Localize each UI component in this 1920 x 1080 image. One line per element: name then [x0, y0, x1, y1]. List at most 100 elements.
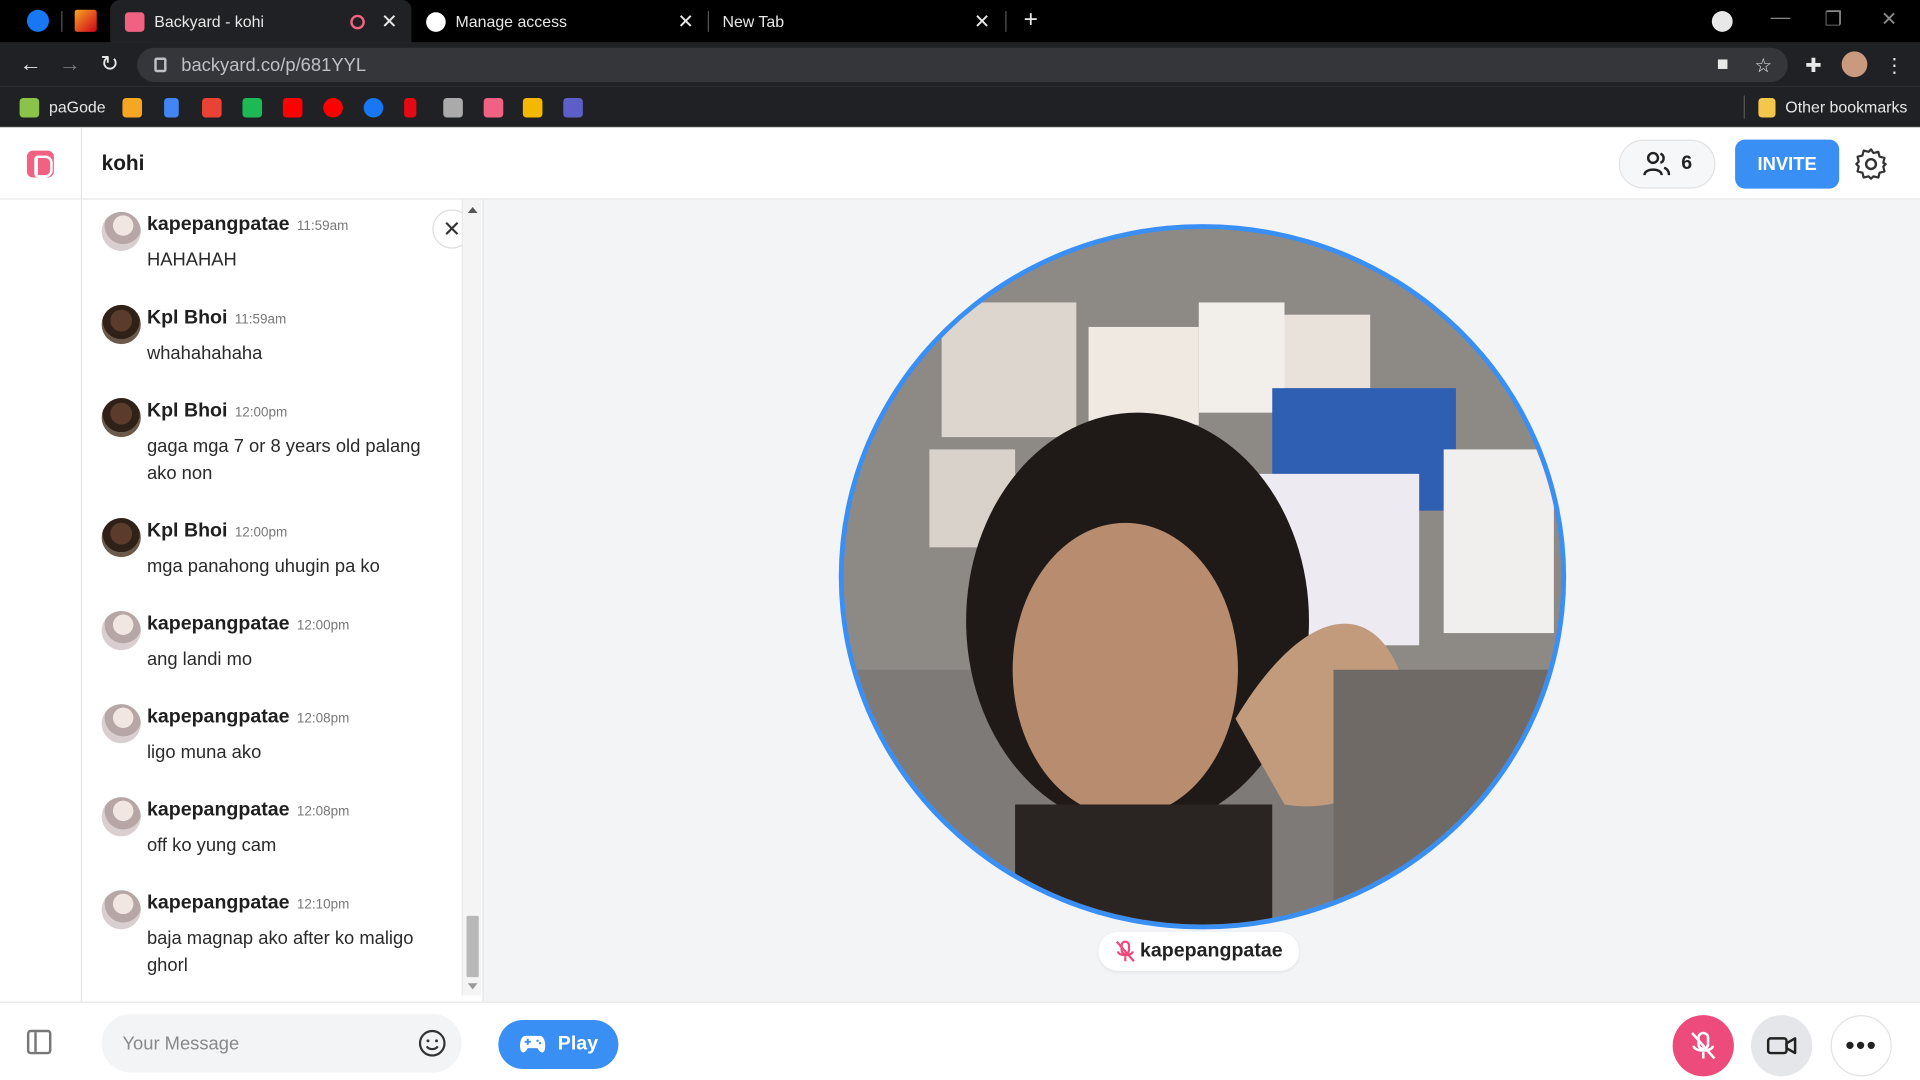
pinned-tab-icon[interactable]: [74, 9, 97, 32]
settings-gear-icon[interactable]: [1854, 147, 1888, 181]
scroll-down-arrow-icon[interactable]: [467, 983, 478, 990]
message-text: baja magnap ako after ko maligo ghorl: [146, 928, 414, 976]
avatar[interactable]: [101, 797, 141, 837]
bookmark-pagode[interactable]: paGode: [19, 97, 106, 118]
avatar[interactable]: [101, 611, 141, 651]
message-text: HAHAHAH: [146, 249, 237, 271]
gmail-icon: [202, 97, 222, 117]
bookmark-teams[interactable]: [563, 97, 592, 118]
profile-avatar[interactable]: [1841, 51, 1868, 78]
minimize-icon[interactable]: —: [1771, 7, 1791, 29]
play-button[interactable]: Play: [498, 1020, 619, 1069]
bookmark-1[interactable]: [122, 97, 151, 118]
chat-scrollbar[interactable]: [461, 199, 482, 996]
message-text: gaga mga 7 or 8 years old palang ako non: [146, 435, 421, 484]
facebook-icon: [363, 97, 384, 117]
message-header: kapepangpatae 11:59am: [147, 214, 348, 236]
forward-icon[interactable]: →: [59, 51, 81, 77]
facebook-pinned-tab-icon[interactable]: [26, 9, 49, 32]
bookmarks-bar: paGode Other bookmarks: [0, 86, 1920, 128]
play-label: Play: [557, 1033, 599, 1055]
message-text: mga panahong uhugin pa ko: [146, 555, 380, 577]
backyard-app: kohi 6 INVITE kapepangpatae 11:59am HAHA…: [0, 127, 1920, 1080]
tab-search-icon[interactable]: [1711, 11, 1733, 32]
avatar[interactable]: [101, 397, 141, 438]
participant-name: kapepangpatae: [1140, 940, 1283, 962]
tab-manage-access[interactable]: Manage access ✕: [411, 0, 707, 43]
message-header: kapepangpatae 12:10pm: [147, 893, 349, 915]
bookmark-netflix[interactable]: [404, 97, 426, 118]
message-time: 11:59am: [296, 219, 349, 234]
github-icon: [426, 11, 446, 32]
message-author[interactable]: kapepangpatae: [147, 707, 290, 728]
bookmark-star-icon[interactable]: ☆: [1752, 54, 1774, 77]
message-header: kapepangpatae 12:08pm: [147, 707, 349, 729]
message-time: 11:59am: [234, 312, 287, 327]
close-tab-icon[interactable]: ✕: [380, 9, 400, 33]
more-options-button[interactable]: •••: [1830, 1015, 1892, 1077]
bookmark-backyard[interactable]: [483, 97, 513, 118]
close-window-icon[interactable]: ✕: [1881, 7, 1897, 31]
avatar[interactable]: [101, 211, 141, 252]
avatar[interactable]: [101, 517, 141, 558]
message-author[interactable]: kapepangpatae: [147, 613, 290, 634]
other-bookmarks[interactable]: Other bookmarks: [1758, 97, 1907, 118]
message-author[interactable]: Kpl Bhoi: [147, 307, 228, 328]
message-text: ligo muna ako: [146, 742, 262, 763]
video-stage: kapepangpatae: [482, 199, 1920, 1002]
members-button[interactable]: 6: [1618, 139, 1716, 189]
message-header: kapepangpatae 12:00pm: [147, 613, 349, 635]
sidebar-toggle-icon[interactable]: [26, 1029, 52, 1055]
backyard-tab-icon: [124, 11, 145, 32]
more-dots-icon: •••: [1845, 1029, 1878, 1061]
bookmark-2[interactable]: [164, 97, 188, 118]
message-author[interactable]: kapepangpatae: [147, 214, 290, 235]
app-header: kohi 6 INVITE: [0, 127, 1920, 200]
bookmark-youtube-music[interactable]: [323, 97, 352, 118]
reload-icon[interactable]: ↻: [100, 51, 118, 77]
menu-kebab-icon[interactable]: ⋮: [1883, 54, 1905, 77]
left-rail: [0, 199, 83, 1080]
scroll-thumb[interactable]: [466, 915, 479, 978]
camera-toggle-button[interactable]: [1751, 1015, 1813, 1077]
bookmark-icon: [522, 97, 543, 117]
bookmark-4[interactable]: [242, 97, 271, 118]
close-tab-icon[interactable]: ✕: [676, 9, 696, 33]
extensions-icon[interactable]: ✚: [1802, 54, 1824, 77]
new-tab-plus-icon[interactable]: +: [1024, 6, 1038, 34]
tab-backyard[interactable]: Backyard - kohi ✕: [110, 0, 412, 43]
bookmark-youtube[interactable]: [282, 97, 312, 118]
folder-icon: [1758, 97, 1776, 117]
tab-new-tab[interactable]: New Tab ✕: [710, 0, 1004, 43]
message-author[interactable]: kapepangpatae: [147, 800, 290, 821]
bookmark-11[interactable]: [522, 97, 552, 118]
logo-column: [0, 127, 83, 200]
avatar[interactable]: [101, 704, 141, 744]
camera-in-use-icon[interactable]: ■: [1712, 54, 1734, 76]
restore-icon[interactable]: ❐: [1824, 7, 1842, 31]
backyard-logo-icon[interactable]: [26, 150, 54, 177]
youtube-icon: [282, 97, 303, 117]
address-bar[interactable]: backyard.co/p/681YYL: [137, 47, 1788, 83]
invite-button[interactable]: INVITE: [1735, 139, 1840, 189]
avatar[interactable]: [101, 304, 141, 345]
mute-toggle-button[interactable]: [1672, 1015, 1734, 1077]
message-author[interactable]: Kpl Bhoi: [147, 400, 228, 421]
message-time: 12:00pm: [234, 525, 288, 541]
docs-icon: [164, 97, 179, 117]
message-author[interactable]: kapepangpatae: [147, 893, 290, 914]
mic-muted-icon: [1115, 940, 1135, 962]
avatar[interactable]: [101, 890, 141, 930]
close-tab-icon[interactable]: ✕: [972, 9, 992, 33]
bookmark-icon: [443, 97, 463, 117]
message-input[interactable]: [122, 1032, 418, 1054]
bookmark-9[interactable]: [443, 97, 472, 118]
message-header: kapepangpatae 12:08pm: [147, 800, 349, 822]
emoji-icon[interactable]: [418, 1029, 447, 1058]
bookmark-facebook[interactable]: [363, 97, 393, 118]
participant-video[interactable]: [838, 224, 1567, 930]
bookmark-gmail[interactable]: [202, 97, 231, 118]
scroll-up-arrow-icon[interactable]: [467, 206, 478, 214]
back-icon[interactable]: ←: [20, 51, 42, 77]
message-author[interactable]: Kpl Bhoi: [147, 520, 228, 541]
